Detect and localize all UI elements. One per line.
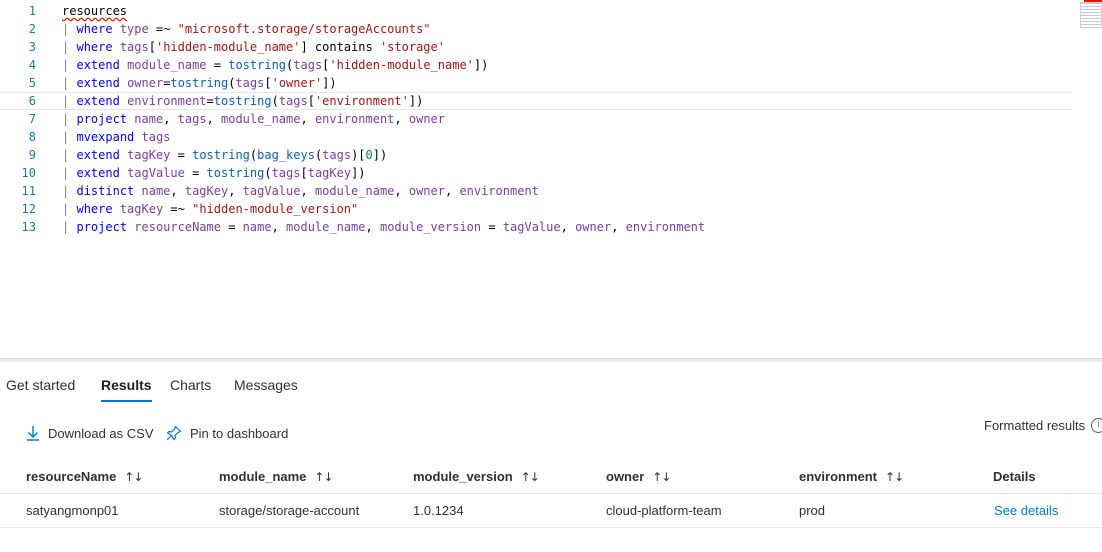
code-line: 5 | extend owner=tostring(tags['owner']) — [0, 74, 1102, 92]
sort-icon[interactable]: ↑↓ — [652, 470, 671, 484]
cell-module-version: 1.0.1234 — [413, 503, 464, 518]
column-header-module-version[interactable]: module_version ↑↓ — [413, 460, 540, 494]
line-number: 11 — [21, 184, 36, 198]
code-text: | where type =~ "microsoft.storage/stora… — [62, 22, 431, 36]
code-line: 10 | extend tagValue = tostring(tags[tag… — [0, 164, 1102, 182]
line-number: 3 — [28, 40, 36, 54]
code-line: 3 | where tags['hidden-module_name'] con… — [0, 38, 1102, 56]
query-editor[interactable]: 1 resources 2 | where type =~ "microsoft… — [0, 0, 1102, 358]
column-header-label: Details — [993, 469, 1036, 484]
line-number: 8 — [28, 130, 36, 144]
sort-icon[interactable]: ↑↓ — [124, 470, 143, 484]
column-header-label: resourceName — [26, 469, 117, 484]
tab-get-started[interactable]: Get started — [6, 370, 75, 400]
code-line: 11 | distinct name, tagKey, tagValue, mo… — [0, 182, 1102, 200]
cell-resourcename: satyangmonp01 — [26, 503, 119, 518]
results-grid-header: resourceName ↑↓ module_name ↑↓ module_vers… — [0, 460, 1102, 494]
code-line: 13 | project resourceName = name, module… — [0, 218, 1102, 236]
code-text: | where tags['hidden-module_name'] conta… — [62, 40, 445, 54]
download-csv-label: Download as CSV — [48, 425, 154, 441]
column-header-module-name[interactable]: module_name ↑↓ — [219, 460, 334, 494]
formatted-results-label: Formatted results — [984, 418, 1086, 433]
code-line: 7 | project name, tags, module_name, env… — [0, 110, 1102, 128]
line-number: 10 — [21, 166, 36, 180]
sort-icon[interactable]: ↑↓ — [314, 470, 333, 484]
column-header-label: environment — [799, 469, 878, 484]
table-row[interactable]: satyangmonp01 storage/storage-account 1.… — [0, 494, 1102, 528]
code-line: 9 | extend tagKey = tostring(bag_keys(ta… — [0, 146, 1102, 164]
code-line: 8 | mvexpand tags — [0, 128, 1102, 146]
column-header-resourcename[interactable]: resourceName ↑↓ — [26, 460, 143, 494]
code-text: | where tagKey =~ "hidden-module_version… — [62, 202, 359, 216]
code-text: | extend module_name = tostring(tags['hi… — [62, 58, 489, 72]
pin-icon — [166, 425, 182, 441]
tab-results[interactable]: Results — [101, 370, 152, 402]
code-text: | extend owner=tostring(tags['owner']) — [62, 76, 337, 90]
code-line: 12 | where tagKey =~ "hidden-module_vers… — [0, 200, 1102, 218]
line-number: 13 — [21, 220, 36, 234]
code-line: 1 resources — [0, 2, 1102, 20]
pin-to-dashboard-button[interactable]: Pin to dashboard — [166, 420, 288, 446]
code-text: | extend environment=tostring(tags['envi… — [62, 94, 424, 108]
code-text: | extend tagValue = tostring(tags[tagKey… — [62, 166, 366, 180]
pin-to-dashboard-label: Pin to dashboard — [190, 425, 289, 441]
line-number: 9 — [28, 148, 36, 162]
code-text: resources — [62, 4, 128, 18]
formatted-results-toggle[interactable]: Formatted results i — [984, 418, 1102, 433]
line-number: 4 — [28, 58, 36, 72]
sort-icon[interactable]: ↑↓ — [521, 470, 540, 484]
code-line-current: 6 | extend environment=tostring(tags['en… — [0, 92, 1072, 110]
info-icon[interactable]: i — [1091, 418, 1102, 433]
column-header-label: owner — [606, 469, 645, 484]
cell-owner: cloud-platform-team — [606, 503, 722, 518]
column-header-label: module_name — [219, 469, 307, 484]
code-text: | distinct name, tagKey, tagValue, modul… — [62, 184, 539, 198]
code-text: | mvexpand tags — [62, 130, 171, 144]
code-text: | project name, tags, module_name, envir… — [62, 112, 445, 126]
column-header-environment[interactable]: environment ↑↓ — [799, 460, 904, 494]
cell-environment: prod — [799, 503, 826, 518]
line-number: 7 — [28, 112, 36, 126]
column-header-details: Details — [993, 460, 1036, 494]
sort-icon[interactable]: ↑↓ — [885, 470, 904, 484]
download-csv-button[interactable]: Download as CSV — [26, 420, 154, 446]
column-header-label: module_version — [413, 469, 513, 484]
code-line: 2 | where type =~ "microsoft.storage/sto… — [0, 20, 1102, 38]
line-number: 1 — [28, 4, 36, 18]
see-details-link[interactable]: See details — [994, 494, 1058, 528]
code-text: | project resourceName = name, module_na… — [62, 220, 706, 234]
column-header-owner[interactable]: owner ↑↓ — [606, 460, 671, 494]
line-number: 5 — [28, 76, 36, 90]
code-line: 4 | extend module_name = tostring(tags['… — [0, 56, 1102, 74]
line-number: 6 — [28, 94, 36, 108]
tab-messages[interactable]: Messages — [234, 370, 298, 400]
download-icon — [27, 426, 39, 441]
code-text: | extend tagKey = tostring(bag_keys(tags… — [62, 148, 388, 162]
line-number: 12 — [21, 202, 36, 216]
tab-charts[interactable]: Charts — [170, 370, 211, 400]
pane-splitter[interactable] — [0, 358, 1102, 362]
line-number: 2 — [28, 22, 36, 36]
cell-module-name: storage/storage-account — [219, 503, 360, 518]
